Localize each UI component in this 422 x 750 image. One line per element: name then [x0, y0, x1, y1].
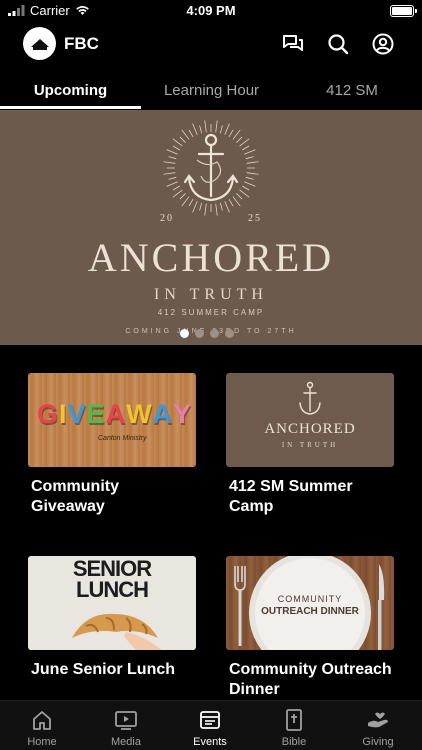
hero-camp: 412 SUMMER CAMP [157, 308, 265, 317]
card-title: Community Outreach Dinner [229, 661, 392, 698]
hero-banner[interactable]: 20 25 ANCHORED IN TRUTH 412 SUMMER CAMP … [0, 110, 422, 345]
event-card[interactable]: COMMUNITY OUTREACH DINNER Community Outr… [226, 556, 394, 700]
giveaway-letter: A [105, 399, 125, 429]
church-logo-icon [30, 38, 49, 50]
hero-subtitle: IN TRUTH [154, 286, 268, 303]
event-card[interactable]: SENIOR LUNCH June Senior Lunch [28, 556, 196, 680]
croissant-icon [72, 613, 162, 650]
media-icon [115, 711, 137, 730]
events-icon [200, 711, 220, 729]
card-image: GIVEAWAY Canton Ministry [28, 373, 196, 467]
carousel-dot[interactable] [180, 329, 189, 338]
bible-icon [286, 709, 302, 731]
nav-giving[interactable]: Giving [336, 701, 420, 750]
giveaway-letter: V [67, 399, 86, 429]
carousel-dot[interactable] [225, 329, 234, 338]
giveaway-subtext: Canton Ministry [98, 435, 147, 442]
carousel-dots [180, 329, 234, 338]
home-icon [33, 711, 51, 730]
lunch-line-1: SENIOR [72, 556, 152, 581]
app-header: FBC [0, 24, 422, 64]
carousel-dot[interactable] [195, 329, 204, 338]
tab-indicator [0, 106, 141, 109]
giveaway-letter: G [37, 399, 58, 429]
carousel-dot[interactable] [210, 329, 219, 338]
nav-events[interactable]: Events [168, 701, 252, 750]
nav-label: Home [27, 736, 57, 748]
church-logo[interactable] [23, 27, 56, 60]
lunch-line-2: LUNCH [76, 577, 149, 602]
tab-learning-hour[interactable]: Learning Hour [141, 72, 282, 108]
tab-bar: Upcoming Learning Hour 412 SM [0, 72, 422, 110]
card-image-title: COMMUNITY OUTREACH DINNER [226, 594, 394, 617]
card-image-title: ANCHORED [264, 421, 356, 437]
messages-icon[interactable] [281, 32, 305, 56]
giveaway-letter: I [59, 399, 66, 429]
bottom-nav: Home Media Events Bible Giving [0, 700, 422, 750]
plate-line-2: OUTREACH DINNER [261, 606, 359, 617]
status-time: 4:09 PM [186, 3, 236, 18]
card-image-title: SENIOR LUNCH [28, 556, 196, 602]
nav-bible[interactable]: Bible [252, 701, 336, 750]
plate-line-1: COMMUNITY [277, 594, 343, 604]
tab-upcoming[interactable]: Upcoming [0, 72, 141, 108]
card-image-subtitle: IN TRUTH [281, 441, 339, 449]
app-title: FBC [64, 34, 99, 53]
giveaway-letter: E [86, 399, 105, 429]
account-icon[interactable] [371, 32, 395, 56]
card-title: June Senior Lunch [31, 661, 176, 678]
anchor-icon [299, 381, 321, 415]
nav-home[interactable]: Home [0, 701, 84, 750]
search-icon[interactable] [326, 32, 350, 56]
giveaway-letter: A [152, 399, 172, 429]
status-bar: Carrier 4:09 PM [0, 0, 422, 22]
hero-year-left: 20 [160, 213, 174, 224]
giving-icon [368, 712, 388, 728]
nav-label: Media [111, 736, 141, 748]
card-image: SENIOR LUNCH [28, 556, 196, 650]
card-image: ANCHORED IN TRUTH [226, 373, 394, 467]
nav-label: Bible [281, 736, 307, 748]
hero-title: ANCHORED [87, 235, 335, 280]
hero-year-right: 25 [248, 213, 262, 224]
anchor-emblem-icon [163, 120, 259, 216]
giveaway-letter: Y [173, 399, 191, 429]
tab-412-sm[interactable]: 412 SM [282, 72, 422, 108]
event-card[interactable]: GIVEAWAY Canton Ministry Community Givea… [28, 373, 196, 517]
card-image: COMMUNITY OUTREACH DINNER [226, 556, 394, 650]
event-card[interactable]: ANCHORED IN TRUTH 412 SM Summer Camp [226, 373, 394, 517]
card-title: 412 SM Summer Camp [229, 478, 353, 515]
giveaway-letters: GIVEAWAY [36, 399, 191, 430]
card-title: Community Giveaway [31, 478, 119, 515]
nav-label: Events [193, 736, 227, 748]
battery-icon [390, 5, 417, 17]
nav-media[interactable]: Media [84, 701, 168, 750]
giveaway-letter: W [126, 399, 152, 429]
nav-label: Giving [362, 736, 394, 748]
